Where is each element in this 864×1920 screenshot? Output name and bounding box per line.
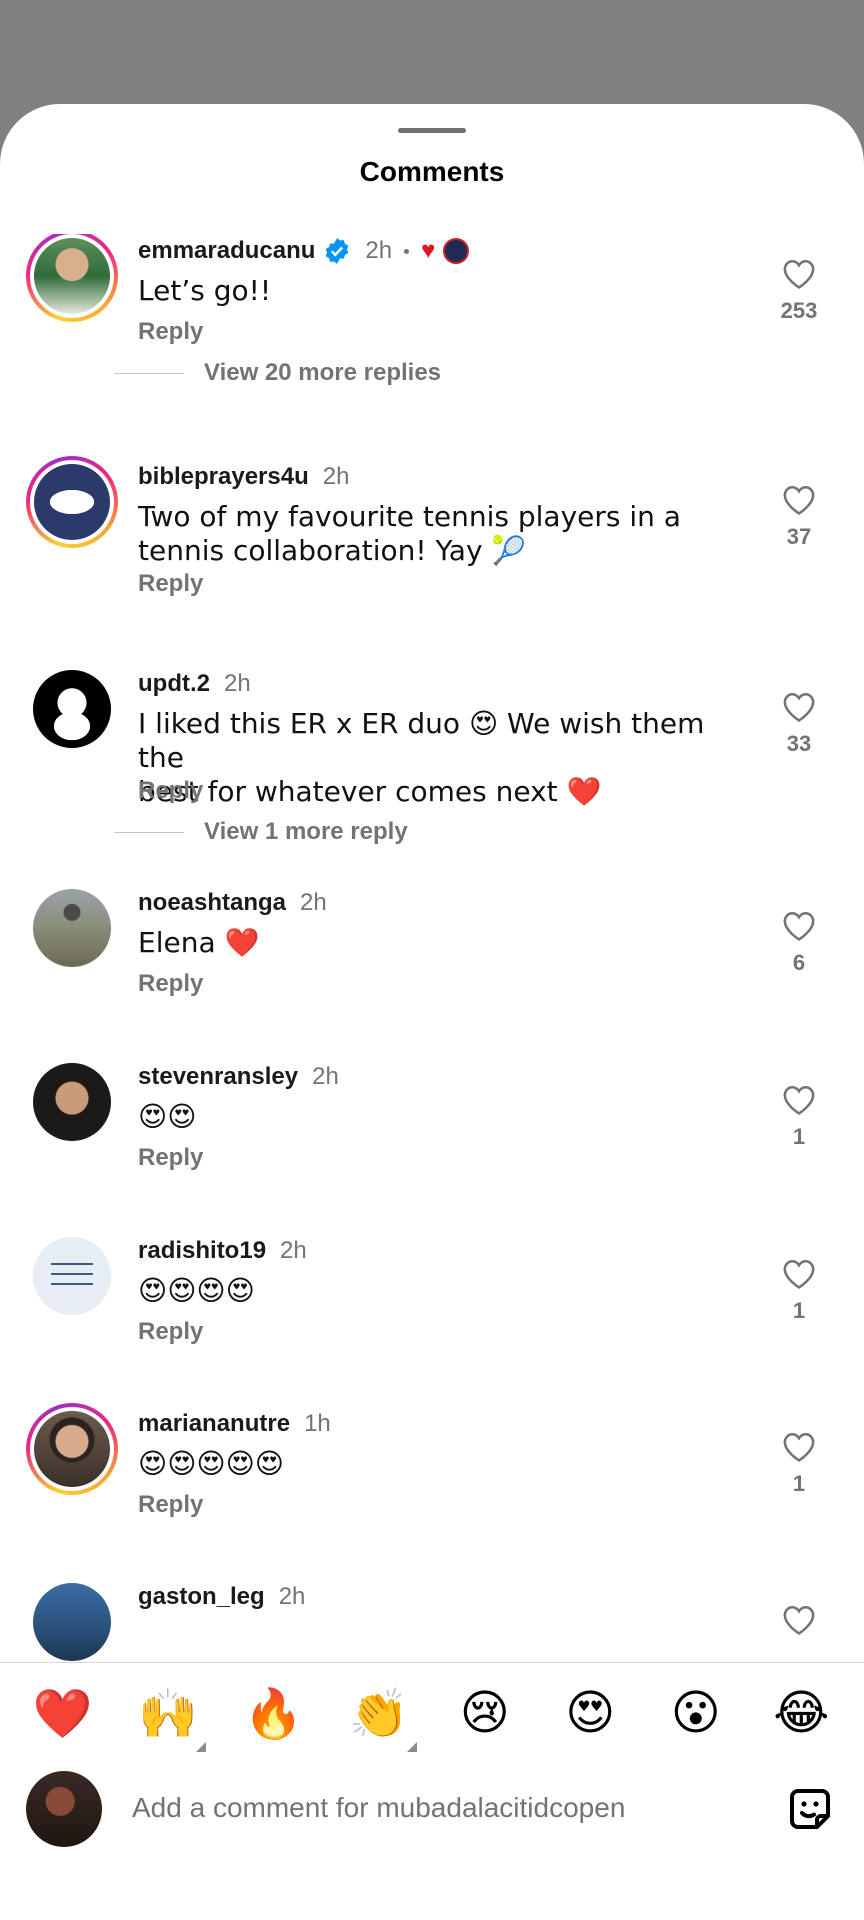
timestamp: 1h xyxy=(304,1410,331,1437)
username[interactable]: stevenransley xyxy=(138,1063,298,1091)
avatar[interactable] xyxy=(26,234,118,322)
like-count: 37 xyxy=(786,524,812,549)
username[interactable]: updt.2 xyxy=(138,670,210,698)
comment-text: I liked this ER x ER duo 😍 We wish them … xyxy=(138,707,758,809)
sticker-icon[interactable] xyxy=(786,1785,834,1833)
reply-button[interactable]: Reply xyxy=(138,1491,203,1519)
reaction-crying[interactable]: 😢 xyxy=(445,1685,525,1741)
comments-list[interactable]: emmaraducanu 2h ♥ Let’s go!! Reply 253 V… xyxy=(0,234,864,1766)
reaction-laughing[interactable]: 😂 xyxy=(761,1685,841,1741)
timestamp: 2h xyxy=(300,889,327,916)
heart-outline-icon xyxy=(783,1259,815,1289)
reply-button[interactable]: Reply xyxy=(138,1144,203,1172)
reaction-fire[interactable]: 🔥 xyxy=(234,1685,314,1742)
comment-input[interactable] xyxy=(132,1783,732,1833)
avatar[interactable] xyxy=(26,1230,118,1322)
like-button[interactable]: 33 xyxy=(764,691,834,757)
heart-outline-icon xyxy=(783,485,815,515)
username[interactable]: gaston_leg xyxy=(138,1583,265,1611)
avatar[interactable] xyxy=(26,1576,118,1668)
view-more-label: View 20 more replies xyxy=(204,359,442,386)
avatar[interactable] xyxy=(26,456,118,548)
comment-text-line: tennis collaboration! Yay 🎾 xyxy=(138,534,527,567)
like-count: 33 xyxy=(786,731,812,756)
timestamp: 2h xyxy=(365,237,393,264)
heart-outline-icon xyxy=(783,1085,815,1115)
comment-composer xyxy=(0,1763,864,1853)
like-button[interactable]: 37 xyxy=(764,484,834,550)
avatar[interactable] xyxy=(26,882,118,974)
avatar[interactable] xyxy=(26,1056,118,1148)
sheet-title: Comments xyxy=(359,156,505,187)
verified-badge-icon xyxy=(326,238,349,264)
like-button[interactable]: 1 xyxy=(764,1084,834,1150)
view-more-label: View 1 more reply xyxy=(204,818,408,845)
comments-sheet: Comments emmaraducanu 2h ♥ Let’s go!! Re… xyxy=(0,104,864,1920)
heart-outline-icon xyxy=(783,1605,815,1635)
view-more-replies[interactable]: View 1 more reply xyxy=(114,818,408,846)
creator-liked-heart-icon: ♥ xyxy=(421,237,436,264)
avatar[interactable] xyxy=(26,1403,118,1495)
username[interactable]: bibleprayers4u xyxy=(138,463,309,491)
username[interactable]: emmaraducanu xyxy=(138,237,315,265)
reply-button[interactable]: Reply xyxy=(138,318,203,346)
comment-text: Elena ❤️ xyxy=(138,926,260,959)
reaction-raising-hands[interactable]: 🙌 xyxy=(128,1685,208,1752)
timestamp: 2h xyxy=(312,1063,339,1090)
reply-button[interactable]: Reply xyxy=(138,570,203,598)
comment-text: 😍😍😍😍😍 xyxy=(138,1447,284,1480)
view-more-replies[interactable]: View 20 more replies xyxy=(114,359,441,387)
like-count: 1 xyxy=(792,1471,806,1496)
comment-text-line: I liked this ER x ER duo 😍 We wish them … xyxy=(138,707,705,774)
reply-button[interactable]: Reply xyxy=(138,1318,203,1346)
reply-button[interactable]: Reply xyxy=(138,970,203,998)
like-count: 1 xyxy=(792,1298,806,1323)
like-button[interactable]: 253 xyxy=(764,258,834,324)
reaction-label: 👏 xyxy=(349,1685,410,1742)
comment-text-line: best for whatever comes next ❤️ xyxy=(138,775,602,808)
reaction-heart-eyes[interactable]: 😍 xyxy=(550,1685,630,1741)
reaction-heart[interactable]: ❤️ xyxy=(23,1685,103,1742)
timestamp: 2h xyxy=(224,670,251,697)
comment-text: 😍😍 xyxy=(138,1100,197,1133)
heart-outline-icon xyxy=(783,911,815,941)
separator-dot xyxy=(404,248,410,254)
like-button[interactable]: 6 xyxy=(764,910,834,976)
like-button[interactable]: 1 xyxy=(764,1258,834,1324)
reaction-clapping-hands[interactable]: 👏 xyxy=(339,1685,419,1752)
skin-tone-indicator xyxy=(196,1741,207,1752)
reply-button[interactable]: Reply xyxy=(138,777,203,805)
comment-text-line: Two of my favourite tennis players in a xyxy=(138,500,681,533)
username[interactable]: noeashtanga xyxy=(138,889,286,917)
like-count: 6 xyxy=(792,950,806,975)
comment-text: Two of my favourite tennis players in a … xyxy=(138,500,758,568)
thread-line xyxy=(114,372,184,374)
username[interactable]: mariananutre xyxy=(138,1410,290,1438)
like-button[interactable] xyxy=(764,1604,834,1636)
quick-reaction-bar: ❤️ 🙌 🔥 👏 😢 😍 😮 😂 xyxy=(0,1663,864,1763)
heart-outline-icon xyxy=(783,692,815,722)
heart-outline-icon xyxy=(783,1432,815,1462)
comment-text: 😍😍😍😍 xyxy=(138,1274,255,1307)
reaction-label: 🙌 xyxy=(138,1685,199,1742)
like-count: 253 xyxy=(780,298,818,323)
like-button[interactable]: 1 xyxy=(764,1431,834,1497)
avatar[interactable] xyxy=(26,663,118,755)
current-user-avatar xyxy=(26,1771,102,1847)
drag-handle[interactable] xyxy=(398,128,466,133)
comment-text: Let’s go!! xyxy=(138,274,272,307)
timestamp: 2h xyxy=(322,463,350,490)
skin-tone-indicator xyxy=(407,1741,418,1752)
thread-line xyxy=(114,831,184,833)
like-count: 1 xyxy=(792,1124,806,1149)
username[interactable]: radishito19 xyxy=(138,1237,266,1265)
reaction-surprised[interactable]: 😮 xyxy=(656,1685,736,1741)
creator-avatar-badge xyxy=(443,238,470,264)
timestamp: 2h xyxy=(278,1583,306,1610)
heart-outline-icon xyxy=(783,259,815,289)
timestamp: 2h xyxy=(280,1237,307,1264)
